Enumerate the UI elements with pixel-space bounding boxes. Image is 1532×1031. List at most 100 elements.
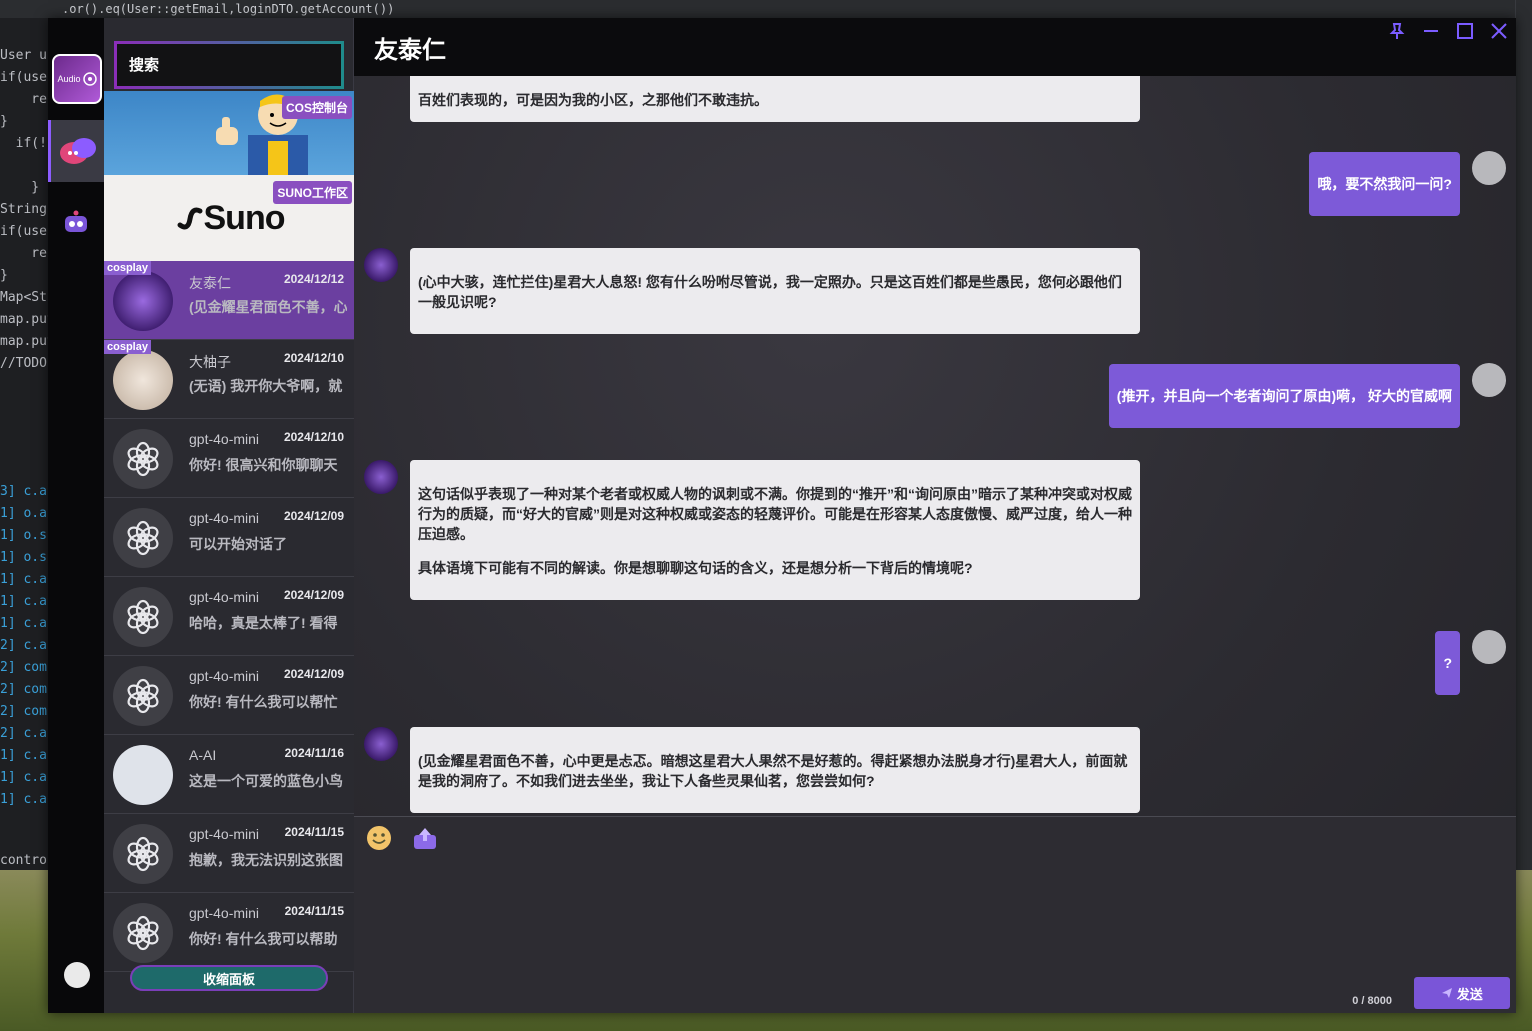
headphone-icon: [82, 72, 97, 86]
session-date: 2024/12/09: [283, 667, 344, 681]
session-item[interactable]: gpt-4o-mini 2024/12/09 你好! 有什么我可以帮忙: [104, 656, 354, 735]
close-icon[interactable]: [1490, 22, 1508, 40]
openai-logo-icon: [113, 587, 173, 647]
message-list: 百姓们表现的，可是因为我的小区，之那他们不敢违抗。 哦，要不然我问一问? (心中…: [354, 76, 1516, 816]
ide-log-line: 1] o.s: [0, 528, 47, 543]
message-paragraph: (心中大骇，连忙拦住)星君大人息怒! 您有什么吩咐尽管说，我一定照办。只是这百姓…: [418, 274, 1122, 310]
session-date: 2024/11/15: [284, 825, 344, 839]
ide-code-line: if(!: [0, 136, 47, 151]
audio-app-button[interactable]: Audio: [52, 54, 102, 104]
user-avatar: [1472, 630, 1506, 664]
session-item[interactable]: 大柚子 2024/12/10 (无语) 我开你大爷啊，就 cosplay: [104, 340, 354, 419]
ide-code-line: map.put: [0, 334, 55, 349]
session-preview: (见金耀星君面色不善，心中更是忐忑: [189, 299, 347, 315]
session-name: A-AI: [189, 747, 217, 763]
suno-workspace-banner[interactable]: Suno SUNO工作区: [104, 175, 354, 261]
session-item[interactable]: gpt-4o-mini 2024/12/09 可以开始对话了: [104, 498, 354, 577]
message-bot: (心中大骇，连忙拦住)星君大人息怒! 您有什么吩咐尽管说，我一定照办。只是这百姓…: [410, 248, 1140, 334]
chat-app-button[interactable]: [48, 120, 104, 182]
session-item[interactable]: gpt-4o-mini 2024/11/15 你好! 有什么我可以帮助: [104, 893, 354, 972]
ide-code-line: .or().eq(User::getEmail,loginDTO.getAcco…: [62, 2, 395, 16]
message-user: 哦，要不然我问一问?: [1309, 152, 1460, 216]
session-date: 2024/12/09: [283, 588, 344, 602]
search-input[interactable]: [129, 56, 330, 74]
ide-code-line: if(user: [0, 224, 55, 239]
ide-log-line: 1] o.s: [0, 550, 47, 565]
user-avatar: [1472, 363, 1506, 397]
message-bubble: (见金耀星君面色不善，心中更是忐忑。暗想这星君大人果然不是好惹的。得赶紧想办法脱…: [410, 727, 1140, 813]
session-item[interactable]: gpt-4o-mini 2024/12/09 哈哈，真是太棒了! 看得: [104, 577, 354, 656]
message-bot: 百姓们表现的，可是因为我的小区，之那他们不敢违抗。: [410, 76, 1140, 122]
session-list: 友泰仁2024/12/12(见金耀星君面色不善，心中更是忐忑cosplay大柚子…: [104, 261, 354, 972]
ide-code-line: if(user: [0, 70, 55, 85]
ide-code-line: }: [0, 180, 40, 195]
session-preview: (无语) 我开你大爷啊，就: [189, 378, 343, 394]
message-bot: (见金耀星君面色不善，心中更是忐忑。暗想这星君大人果然不是好惹的。得赶紧想办法脱…: [410, 727, 1140, 813]
session-name: gpt-4o-mini: [189, 826, 260, 842]
ide-log-line: 1] c.a: [0, 594, 47, 609]
pin-icon[interactable]: [1388, 22, 1406, 40]
session-avatar: [113, 745, 173, 805]
emoji-icon[interactable]: [366, 825, 392, 851]
session-item[interactable]: 友泰仁 2024/12/12 (见金耀星君面色不善，心中更是忐忑 cosplay: [104, 261, 354, 340]
bot-avatar: [364, 727, 398, 761]
message-bubble: (推开，并且向一个老者询问了原由)嗬， 好大的官威啊: [1108, 364, 1460, 428]
session-preview: 你好! 有什么我可以帮忙: [189, 694, 338, 710]
session-date: 2024/12/10: [283, 351, 344, 365]
chat-panel: 友泰仁 百姓们表现的，可是因为我的小区，之那他们不敢违抗。 哦，要不然我问一问?: [354, 18, 1516, 1013]
session-date: 2024/12/09: [283, 509, 344, 523]
ide-log-line: 2] com: [0, 682, 47, 697]
session-item[interactable]: gpt-4o-mini 2024/11/15 抱歉，我无法识别这张图: [104, 814, 354, 893]
ide-log-line: 1] c.a: [0, 748, 47, 763]
message-input[interactable]: [364, 861, 1504, 969]
message-bubble: 百姓们表现的，可是因为我的小区，之那他们不敢违抗。: [410, 76, 1140, 122]
user-avatar[interactable]: [64, 962, 90, 988]
openai-logo-icon: [113, 666, 173, 726]
session-item[interactable]: A-AI 2024/11/16 这是一个可爱的蓝色小鸟: [104, 735, 354, 814]
session-date: 2024/12/12: [283, 272, 344, 286]
ide-right-strip: [1515, 0, 1532, 940]
send-icon: [1442, 987, 1453, 998]
suno-logo-text: Suno: [203, 198, 286, 237]
maximize-icon[interactable]: [1456, 22, 1474, 40]
message-paragraph: 具体语境下可能有不同的解读。你是想聊聊这句话的含义，还是想分析一下背后的情境呢?: [418, 560, 973, 576]
bot-avatar: [364, 460, 398, 494]
suno-workspace-label: SUNO工作区: [273, 181, 352, 204]
ide-log-line: 2] com: [0, 660, 47, 675]
ide-code-line: re: [0, 246, 47, 261]
session-name: 大柚子: [189, 354, 231, 370]
suno-logo-icon: [177, 207, 202, 230]
session-avatar: [113, 271, 173, 331]
message-paragraph: (见金耀星君面色不善，心中更是忐忑。暗想这星君大人果然不是好惹的。得赶紧想办法脱…: [418, 753, 1128, 789]
char-counter: 0 / 8000: [1352, 995, 1392, 1007]
composer: 0 / 8000 发送: [354, 816, 1516, 1013]
game-app-button[interactable]: [48, 198, 104, 248]
session-preview: 你好! 很高兴和你聊聊天: [189, 457, 338, 473]
search-box: [114, 41, 344, 89]
message-bubble: (心中大骇，连忙拦住)星君大人息怒! 您有什么吩咐尽管说，我一定照办。只是这百姓…: [410, 248, 1140, 334]
minimize-icon[interactable]: [1422, 22, 1440, 40]
ide-log-line: 2] c.a: [0, 638, 47, 653]
session-name: gpt-4o-mini: [189, 431, 260, 447]
ide-top-code: .or().eq(User::getEmail,loginDTO.getAcco…: [0, 0, 1532, 18]
session-date: 2024/11/15: [284, 904, 344, 918]
session-date: 2024/12/10: [283, 430, 344, 444]
message-text: 百姓们表现的，可是因为我的小区，之那他们不敢违抗。: [418, 92, 768, 108]
collapse-panel-button[interactable]: 收缩面板: [130, 965, 328, 991]
cos-console-banner[interactable]: COS控制台: [104, 91, 354, 175]
ide-log-line: 1] c.a: [0, 792, 47, 807]
ide-code-line: Map<Str: [0, 290, 55, 305]
send-button[interactable]: 发送: [1414, 977, 1510, 1009]
window-controls: [1388, 22, 1508, 40]
session-item[interactable]: gpt-4o-mini 2024/12/10 你好! 很高兴和你聊聊天: [104, 419, 354, 498]
ide-log-line: 2] com: [0, 704, 47, 719]
send-label: 发送: [1456, 986, 1483, 1002]
session-avatar: [113, 350, 173, 410]
session-preview: 你好! 有什么我可以帮助: [189, 931, 338, 947]
cos-console-label: COS控制台: [281, 96, 352, 119]
message-user: ?: [1435, 631, 1460, 695]
upload-icon[interactable]: [412, 825, 438, 851]
message-paragraph: 这句话似乎表现了一种对某个老者或权威人物的讽刺或不满。你提到的“推开”和“询问原…: [418, 486, 1132, 542]
bot-avatar: [364, 248, 398, 282]
ide-code-line: }: [0, 268, 8, 283]
